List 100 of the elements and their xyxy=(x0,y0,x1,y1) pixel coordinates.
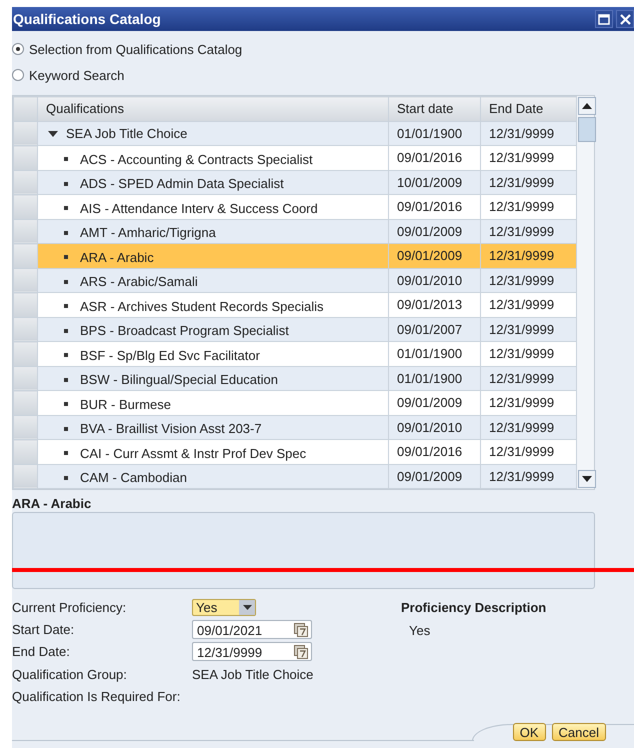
row-selector[interactable] xyxy=(14,292,38,317)
table-cell: 12/31/9999 xyxy=(480,464,576,488)
table-cell: 01/01/1900 xyxy=(388,121,480,146)
collapse-triangle-icon[interactable] xyxy=(48,130,58,138)
row-selector[interactable] xyxy=(14,268,38,292)
close-icon[interactable] xyxy=(620,14,630,24)
down-arrow-icon[interactable] xyxy=(582,476,592,482)
table-cell: 12/31/9999 xyxy=(480,244,576,268)
tree-cell[interactable]: BPS - Broadcast Program Specialist xyxy=(38,317,388,342)
select-all-cell[interactable] xyxy=(14,96,38,121)
table-cell: 09/01/2016 xyxy=(388,440,480,464)
field-label: Start Date: xyxy=(12,622,76,637)
table-cell: 12/31/9999 xyxy=(480,317,576,342)
tree-cell[interactable]: AMT - Amharic/Tigrigna xyxy=(38,219,388,244)
bullet-icon xyxy=(64,206,68,210)
bullet-icon xyxy=(64,402,68,406)
dialog-button[interactable]: Cancel xyxy=(552,723,606,741)
tree-cell[interactable]: ASR - Archives Student Records Specialis xyxy=(38,292,388,317)
tree-cell[interactable]: BSF - Sp/Blg Ed Svc Facilitator xyxy=(38,342,388,366)
calendar-icon[interactable] xyxy=(294,622,308,637)
tree-cell[interactable]: ARS - Arabic/Samali xyxy=(38,268,388,292)
tree-cell[interactable]: BSW - Bilingual/Special Education xyxy=(38,366,388,390)
tree-cell[interactable]: BVA - Braillist Vision Asst 203-7 xyxy=(38,415,388,440)
radio-label[interactable]: Selection from Qualifications Catalog xyxy=(29,42,242,56)
table-cell: 10/01/2009 xyxy=(388,170,480,194)
table-cell: 12/31/9999 xyxy=(480,390,576,415)
bullet-icon xyxy=(64,230,68,234)
tree-cell[interactable]: ADS - SPED Admin Data Specialist xyxy=(38,170,388,194)
calendar-icon[interactable] xyxy=(294,645,308,660)
radio-button[interactable] xyxy=(12,43,24,55)
row-selector[interactable] xyxy=(14,366,38,390)
radio-label[interactable]: Keyword Search xyxy=(29,68,124,82)
row-selector[interactable] xyxy=(14,146,38,170)
table-cell: 09/01/2010 xyxy=(388,268,480,292)
table-cell: 12/31/9999 xyxy=(480,415,576,440)
close-button[interactable] xyxy=(616,10,634,28)
description-value: Yes xyxy=(409,623,430,638)
scrollbar-thumb[interactable] xyxy=(578,117,596,142)
date-field[interactable]: 12/31/9999 xyxy=(192,642,312,662)
up-arrow-icon[interactable] xyxy=(582,103,592,109)
tree-cell[interactable]: AIS - Attendance Interv & Success Coord xyxy=(38,194,388,219)
field-label: Qualification Is Required For: xyxy=(12,688,182,704)
row-selector[interactable] xyxy=(14,342,38,366)
bullet-icon xyxy=(64,328,68,332)
row-selector[interactable] xyxy=(14,170,38,194)
field-label: Current Proficiency: xyxy=(12,600,128,615)
column-header[interactable]: End Date xyxy=(480,96,576,121)
scroll-up-button[interactable] xyxy=(578,97,596,115)
table-cell: 12/31/9999 xyxy=(480,219,576,244)
row-selector[interactable] xyxy=(14,464,38,488)
table-cell: 09/01/2010 xyxy=(388,415,480,440)
row-selector[interactable] xyxy=(14,194,38,219)
bullet-icon xyxy=(64,378,68,382)
tree-cell[interactable]: SEA Job Title Choice xyxy=(38,121,388,146)
table-cell: 09/01/2007 xyxy=(388,317,480,342)
caret-icon[interactable] xyxy=(242,604,252,610)
row-selector[interactable] xyxy=(14,390,38,415)
row-selector[interactable] xyxy=(14,121,38,146)
bullet-icon xyxy=(64,255,68,259)
detail-title: ARA - Arabic xyxy=(12,496,92,511)
bullet-icon xyxy=(64,426,68,430)
tree-cell[interactable]: ACS - Accounting & Contracts Specialist xyxy=(38,146,388,170)
table-cell: 09/01/2009 xyxy=(388,464,480,488)
bullet-icon xyxy=(64,451,68,455)
bullet-icon xyxy=(64,304,68,308)
maximize-icon[interactable] xyxy=(598,14,610,24)
scroll-down-button[interactable] xyxy=(578,470,596,488)
table-cell: 12/31/9999 xyxy=(480,440,576,464)
tree-cell[interactable]: CAM - Cambodian xyxy=(38,464,388,488)
table-cell: 09/01/2016 xyxy=(388,146,480,170)
bullet-icon xyxy=(64,476,68,480)
table-cell: 09/01/2009 xyxy=(388,244,480,268)
table-cell: 01/01/1900 xyxy=(388,342,480,366)
window-title: Qualifications Catalog xyxy=(13,11,162,27)
radio-button[interactable] xyxy=(12,69,24,81)
table-cell: 12/31/9999 xyxy=(480,121,576,146)
field-value: SEA Job Title Choice xyxy=(192,666,314,682)
proficiency-dropdown[interactable]: Yes xyxy=(192,598,256,616)
date-field[interactable]: 09/01/2021 xyxy=(192,620,312,639)
table-cell: 09/01/2009 xyxy=(388,219,480,244)
row-selector[interactable] xyxy=(14,244,38,268)
column-header[interactable]: Qualifications xyxy=(38,96,388,121)
dialog-button[interactable]: OK xyxy=(512,723,546,741)
row-selector[interactable] xyxy=(14,219,38,244)
row-selector[interactable] xyxy=(14,440,38,464)
column-header[interactable]: Start date xyxy=(388,96,480,121)
bullet-icon xyxy=(64,280,68,284)
table-cell: 09/01/2009 xyxy=(388,390,480,415)
maximize-button[interactable] xyxy=(595,10,613,28)
field-label: End Date: xyxy=(12,644,71,660)
table-cell: 12/31/9999 xyxy=(480,292,576,317)
row-selector[interactable] xyxy=(14,317,38,342)
tree-cell[interactable]: ARA - Arabic xyxy=(38,244,388,268)
table-cell: 12/31/9999 xyxy=(480,366,576,390)
row-selector[interactable] xyxy=(14,415,38,440)
tree-cell[interactable]: BUR - Burmese xyxy=(38,390,388,415)
table-cell: 12/31/9999 xyxy=(480,194,576,219)
description-area[interactable] xyxy=(12,512,595,589)
bullet-icon xyxy=(64,157,68,161)
tree-cell[interactable]: CAI - Curr Assmt & Instr Prof Dev Spec xyxy=(38,440,388,464)
